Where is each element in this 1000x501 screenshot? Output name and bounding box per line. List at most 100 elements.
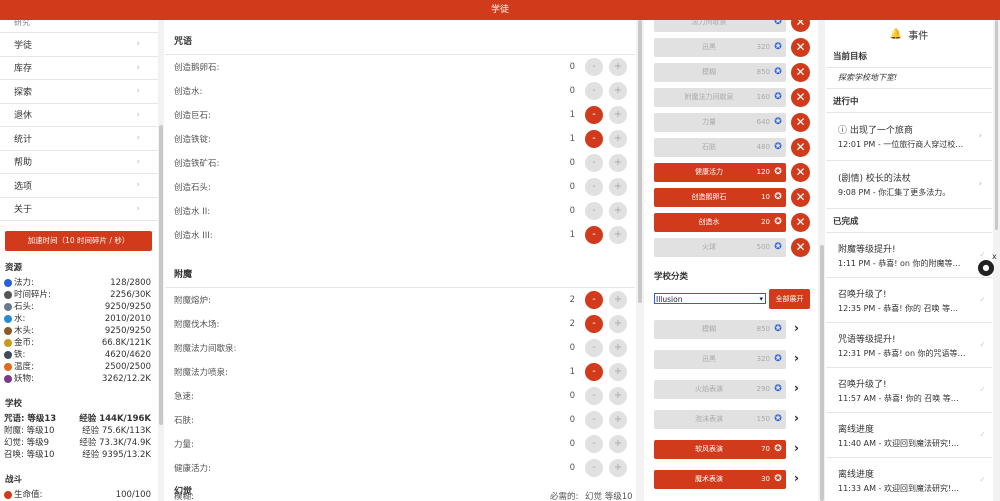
chevron-right-icon[interactable]: ›	[794, 321, 799, 335]
queued-spell-cost: 320	[756, 43, 770, 51]
remove-spell-button[interactable]: ✕	[791, 138, 810, 157]
increment-button[interactable]: +	[609, 106, 627, 124]
decrement-button[interactable]: -	[585, 154, 603, 172]
remove-spell-button[interactable]: ✕	[791, 238, 810, 257]
increment-button[interactable]: +	[609, 411, 627, 429]
remove-spell-button[interactable]: ✕	[791, 213, 810, 232]
completed-event[interactable]: 召唤升级了! 11:57 AM - 恭喜! 你的 召唤 等… ✓	[826, 368, 992, 413]
resource-value: 2256/30K	[110, 290, 151, 300]
school-spell-card[interactable]: 魔术表演 30 ✪	[654, 470, 786, 489]
school-select[interactable]: Illusion ▾	[654, 293, 766, 304]
completed-event[interactable]: 召唤升级了! 12:35 PM - 恭喜! 你的 召唤 等… ✓	[826, 278, 992, 323]
increment-button[interactable]: +	[609, 435, 627, 453]
remove-spell-button[interactable]: ✕	[791, 63, 810, 82]
increment-button[interactable]: +	[609, 339, 627, 357]
decrement-button[interactable]: -	[585, 435, 603, 453]
queued-spell-card[interactable]: 火球 500 ✪	[654, 238, 786, 257]
completed-event[interactable]: 离线进度 11:33 AM - 欢迎回到魔法研究!… ✓	[826, 458, 992, 501]
chevron-right-icon[interactable]: ›	[794, 381, 799, 395]
sidebar-menu-item[interactable]: 学徒 ›	[0, 33, 158, 57]
increment-button[interactable]: +	[609, 82, 627, 100]
queued-spell-card[interactable]: 健康活力 120 ✪	[654, 163, 786, 182]
ongoing-event[interactable]: (剧情) 校长的法杖 9:08 PM - 你汇集了更多法力。 ›	[826, 161, 992, 209]
remove-spell-button[interactable]: ✕	[791, 113, 810, 132]
github-icon[interactable]: ●	[978, 260, 994, 276]
mana-star-icon: ✪	[774, 142, 782, 152]
chevron-right-icon: ›	[978, 130, 982, 141]
sidebar-menu-item[interactable]: 探索 ›	[0, 80, 158, 104]
queue-scrollbar[interactable]	[818, 20, 825, 501]
school-spell-card[interactable]: 泡沫表演 150 ✪	[654, 410, 786, 429]
spell-row: 急速: 0- +	[165, 384, 635, 408]
decrement-button[interactable]: -	[585, 315, 603, 333]
menu-item-label: 选项	[14, 181, 33, 192]
chevron-right-icon: ›	[978, 178, 982, 189]
completed-event[interactable]: 附魔等级提升! 1:11 PM - 恭喜! on 你的附魔等… ✓	[826, 233, 992, 278]
decrement-button[interactable]: -	[585, 291, 603, 309]
increment-button[interactable]: +	[609, 58, 627, 76]
spell-list-scrollbar[interactable]	[636, 20, 644, 501]
resource-name: 生命值:	[14, 490, 43, 500]
decrement-button[interactable]: -	[585, 226, 603, 244]
decrement-button[interactable]: -	[585, 387, 603, 405]
increment-button[interactable]: +	[609, 202, 627, 220]
school-spell-card[interactable]: 模糊 850 ✪	[654, 320, 786, 339]
increment-button[interactable]: +	[609, 130, 627, 148]
queued-spell-card[interactable]: 石肤 480 ✪	[654, 138, 786, 157]
close-icon[interactable]: x	[992, 252, 997, 261]
remove-spell-button[interactable]: ✕	[791, 163, 810, 182]
chevron-right-icon[interactable]: ›	[794, 351, 799, 365]
decrement-button[interactable]: -	[585, 363, 603, 381]
sidebar-menu-item[interactable]: 退休 ›	[0, 104, 158, 127]
increment-button[interactable]: +	[609, 154, 627, 172]
resource-row: 木头: 9250/9250	[0, 325, 158, 337]
sidebar-menu-item[interactable]: 统计 ›	[0, 127, 158, 151]
increment-button[interactable]: +	[609, 459, 627, 477]
speed-up-time-button[interactable]: 加速时间（10 时间碎片 / 秒）	[5, 231, 152, 251]
resource-row: 温度: 2500/2500	[0, 361, 158, 373]
queued-spell-card[interactable]: 力量 640 ✪	[654, 113, 786, 132]
decrement-button[interactable]: -	[585, 58, 603, 76]
sidebar-menu-item[interactable]: 帮助 ›	[0, 151, 158, 174]
increment-button[interactable]: +	[609, 315, 627, 333]
school-spell-card[interactable]: 软风表演 70 ✪	[654, 440, 786, 459]
sidebar-menu-item[interactable]: 库存 ›	[0, 57, 158, 80]
sidebar-menu-item[interactable]: 关于 ›	[0, 198, 158, 221]
remove-spell-button[interactable]: ✕	[791, 188, 810, 207]
decrement-button[interactable]: -	[585, 82, 603, 100]
github-widget[interactable]: x ●	[976, 252, 997, 277]
increment-button[interactable]: +	[609, 363, 627, 381]
increment-button[interactable]: +	[609, 387, 627, 405]
completed-event[interactable]: 离线进度 11:40 AM - 欢迎回到魔法研究!… ✓	[826, 413, 992, 458]
chevron-right-icon[interactable]: ›	[794, 471, 799, 485]
sidebar-item-research[interactable]: 研究	[0, 20, 158, 33]
decrement-button[interactable]: -	[585, 130, 603, 148]
sidebar-menu-item[interactable]: 选项 ›	[0, 174, 158, 198]
expand-all-button[interactable]: 全部展开	[769, 289, 810, 309]
remove-spell-button[interactable]: ✕	[791, 38, 810, 57]
decrement-button[interactable]: -	[585, 339, 603, 357]
completed-event[interactable]: 咒语等级提升! 12:31 PM - 恭喜! on 你的咒语等… ✓	[826, 323, 992, 368]
decrement-button[interactable]: -	[585, 178, 603, 196]
chevron-right-icon[interactable]: ›	[794, 441, 799, 455]
decrement-button[interactable]: -	[585, 202, 603, 220]
queued-spell-card[interactable]: 创造水 20 ✪	[654, 213, 786, 232]
queued-spell-card[interactable]: 创造鹅卵石 10 ✪	[654, 188, 786, 207]
school-spell-card[interactable]: 火焰表演 290 ✪	[654, 380, 786, 399]
remove-spell-button[interactable]: ✕	[791, 88, 810, 107]
queued-spell-card[interactable]: 迅黑 320 ✪	[654, 38, 786, 57]
decrement-button[interactable]: -	[585, 459, 603, 477]
sidebar-scrollbar[interactable]	[158, 20, 164, 501]
increment-button[interactable]: +	[609, 291, 627, 309]
queued-spell-card[interactable]: 法力间歇泉 ✪	[654, 20, 786, 32]
increment-button[interactable]: +	[609, 178, 627, 196]
increment-button[interactable]: +	[609, 226, 627, 244]
queued-spell-card[interactable]: 附魔法力间歇泉 160 ✪	[654, 88, 786, 107]
decrement-button[interactable]: -	[585, 411, 603, 429]
ongoing-event[interactable]: ⓘ 出现了一个旅商 12:01 PM - 一位旅行商人穿过校… ›	[826, 113, 992, 161]
chevron-right-icon[interactable]: ›	[794, 411, 799, 425]
remove-spell-button[interactable]: ✕	[791, 20, 810, 32]
school-spell-card[interactable]: 迅黑 320 ✪	[654, 350, 786, 369]
queued-spell-card[interactable]: 模糊 850 ✪	[654, 63, 786, 82]
decrement-button[interactable]: -	[585, 106, 603, 124]
